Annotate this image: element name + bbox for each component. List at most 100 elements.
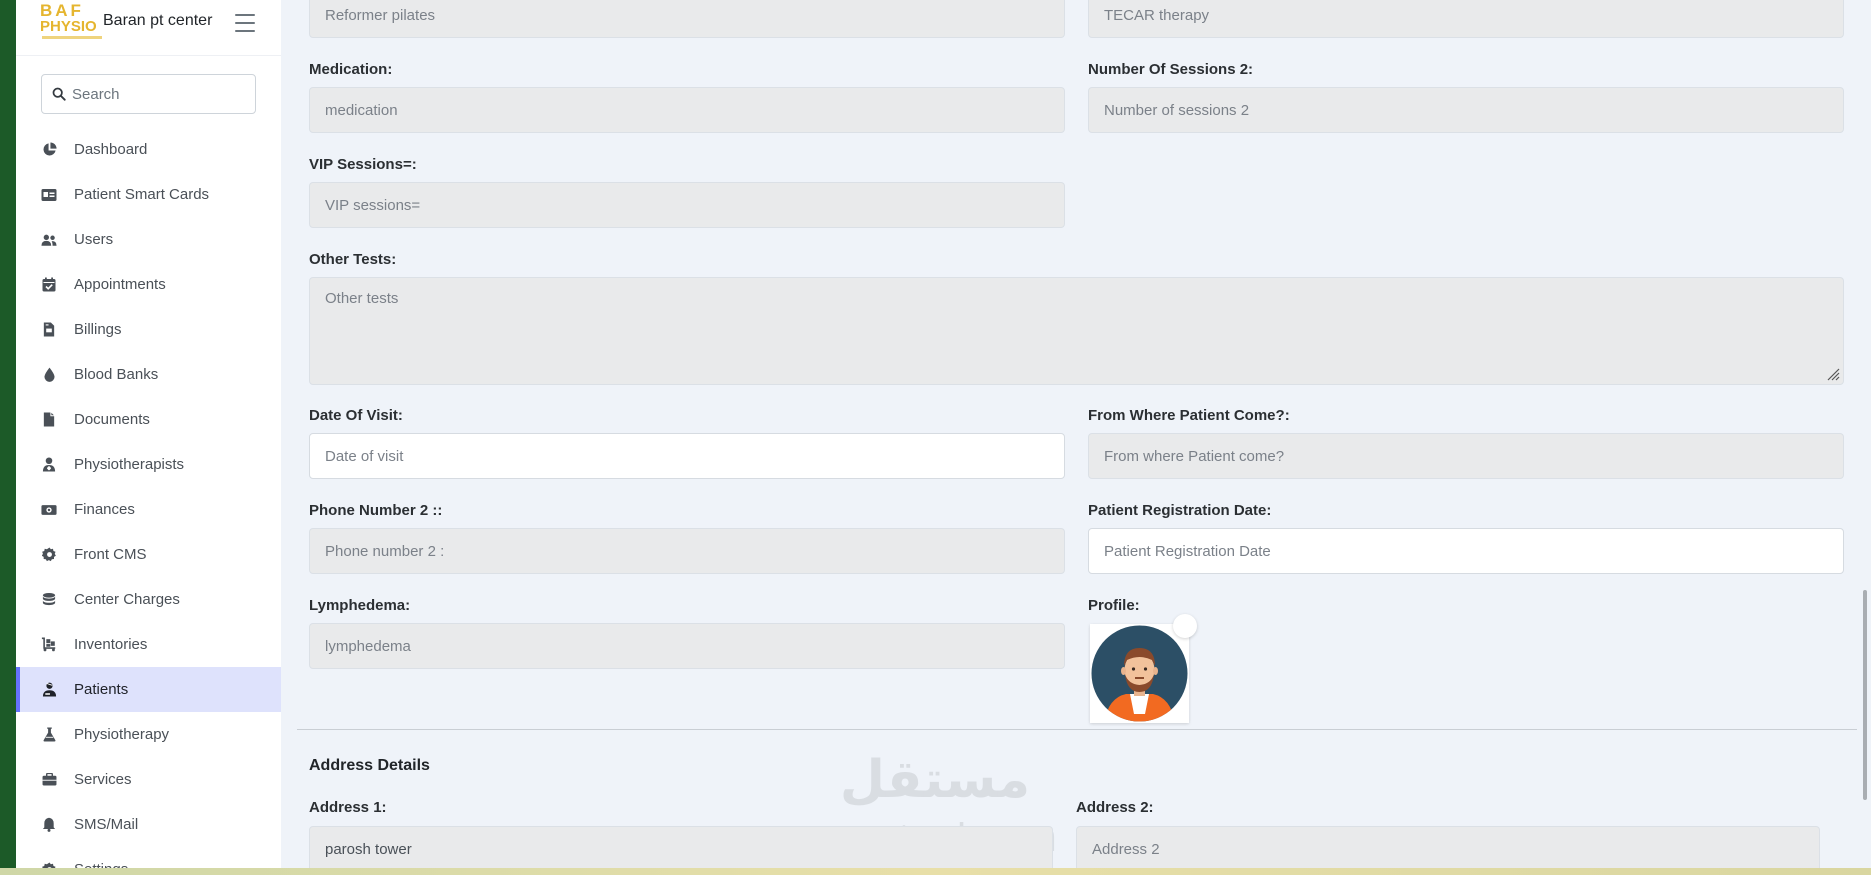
address2-field [1076,826,1820,872]
search-input[interactable] [72,83,242,105]
date-of-visit-label: Date Of Visit: [309,407,403,424]
reformer-pilates-input[interactable] [310,0,1064,37]
number-of-sessions-2-label: Number Of Sessions 2: [1088,61,1254,78]
address-details-title: Address Details [309,757,430,774]
registration-date-label: Patient Registration Date: [1088,502,1272,519]
date-of-visit-field [309,433,1065,479]
sidebar-item-inventories[interactable]: Inventories [16,622,281,667]
sidebar-item-blood-banks[interactable]: Blood Banks [16,352,281,397]
sidebar-item-users[interactable]: Users [16,217,281,262]
other-tests-textarea[interactable] [310,278,1843,384]
clinic-logo[interactable]: BAF PHYSIO [40,2,110,44]
reformer-pilates-field [309,0,1065,38]
brand-name[interactable]: Baran pt center [103,12,212,30]
droplet-icon [41,367,57,383]
sidebar-item-sms-mail[interactable]: SMS/Mail [16,802,281,847]
sidebar-item-label: Services [74,771,132,788]
watermark-arabic: مستقل [839,750,1031,810]
sidebar-item-label: Finances [74,501,135,518]
lymphedema-label: Lymphedema: [309,597,411,614]
section-divider [297,729,1857,730]
bell-icon [41,817,57,833]
sidebar-item-finances[interactable]: Finances [16,487,281,532]
resize-handle-icon[interactable] [1826,367,1840,381]
sidebar-item-physiotherapy[interactable]: Physiotherapy [16,712,281,757]
logo-line2: PHYSIO [40,18,97,35]
sidebar-item-physiotherapists[interactable]: Physiotherapists [16,442,281,487]
sidebar-item-dashboard[interactable]: Dashboard [16,127,281,172]
phone-number-2-field [309,528,1065,574]
sidebar-item-label: Users [74,231,114,248]
sidebar-item-center-charges[interactable]: Center Charges [16,577,281,622]
logo-line1: BAF [40,2,84,20]
medication-field [309,87,1065,133]
from-where-input[interactable] [1089,434,1843,478]
address1-label: Address 1: [309,799,387,816]
id-card-icon [41,187,57,203]
page-scrollbar[interactable] [1863,590,1867,800]
user-injured-icon [41,682,57,698]
sidebar-item-label: Billings [74,321,122,338]
number-of-sessions-2-field [1088,87,1844,133]
date-of-visit-input[interactable] [310,434,1064,478]
sidebar-item-patients[interactable]: Patients [16,667,281,712]
tecar-therapy-input[interactable] [1089,0,1843,37]
address2-input[interactable] [1077,827,1819,871]
user-doctor-icon [41,457,57,473]
sidebar-item-billings[interactable]: Billings [16,307,281,352]
sidebar-item-documents[interactable]: Documents [16,397,281,442]
briefcase-icon [41,772,57,788]
profile-avatar[interactable] [1090,624,1189,723]
sidebar-item-label: Blood Banks [74,366,159,383]
sidebar-item-label: Patient Smart Cards [74,186,210,203]
vip-sessions-label: VIP Sessions=: [309,156,417,173]
sidebar-item-label: Inventories [74,636,148,653]
flask-icon [41,727,57,743]
sidebar-item-label: Settings [74,861,128,868]
medication-input[interactable] [310,88,1064,132]
sidebar-menu: Dashboard Patient Smart Cards Users Appoint… [16,127,281,868]
phone-number-2-input[interactable] [310,529,1064,573]
sidebar: BAF PHYSIO Baran pt center Dashboard Pati… [16,0,281,868]
window-edge-strip [0,0,16,875]
registration-date-input[interactable] [1089,529,1843,573]
sidebar-item-label: Front CMS [74,546,147,563]
sidebar-item-label: Physiotherapists [74,456,185,473]
sidebar-item-label: SMS/Mail [74,816,139,833]
medication-label: Medication: [309,61,393,78]
sidebar-search [41,74,256,114]
sidebar-item-settings[interactable]: Settings [16,847,281,868]
avatar-image [1091,625,1188,722]
address1-input[interactable] [310,827,1052,871]
other-tests-label: Other Tests: [309,251,397,268]
sidebar-item-appointments[interactable]: Appointments [16,262,281,307]
sidebar-item-front-cms[interactable]: Front CMS [16,532,281,577]
sidebar-item-services[interactable]: Services [16,757,281,802]
dolly-icon [41,637,57,653]
vip-sessions-field [309,182,1065,228]
sidebar-divider [16,55,281,56]
number-of-sessions-2-input[interactable] [1089,88,1843,132]
vip-sessions-input[interactable] [310,183,1064,227]
menu-toggle-icon[interactable] [235,14,255,32]
other-tests-field [309,277,1844,385]
users-icon [41,232,57,248]
lymphedema-field [309,623,1065,669]
profile-label: Profile: [1088,597,1140,614]
sidebar-item-label: Documents [74,411,150,428]
coins-icon [41,592,57,608]
lymphedema-input[interactable] [310,624,1064,668]
profile-edit-button[interactable] [1173,614,1197,638]
calendar-check-icon [41,277,57,293]
address1-field [309,826,1053,872]
address2-label: Address 2: [1076,799,1154,816]
sidebar-item-label: Center Charges [74,591,180,608]
sidebar-item-patient-smart-cards[interactable]: Patient Smart Cards [16,172,281,217]
sidebar-item-label: Dashboard [74,141,148,158]
sidebar-item-label: Patients [74,681,129,698]
money-bill-icon [41,502,57,518]
from-where-field [1088,433,1844,479]
sidebar-brand: BAF PHYSIO Baran pt center [16,0,281,46]
logo-subtitle [42,36,102,39]
search-icon [52,87,66,101]
